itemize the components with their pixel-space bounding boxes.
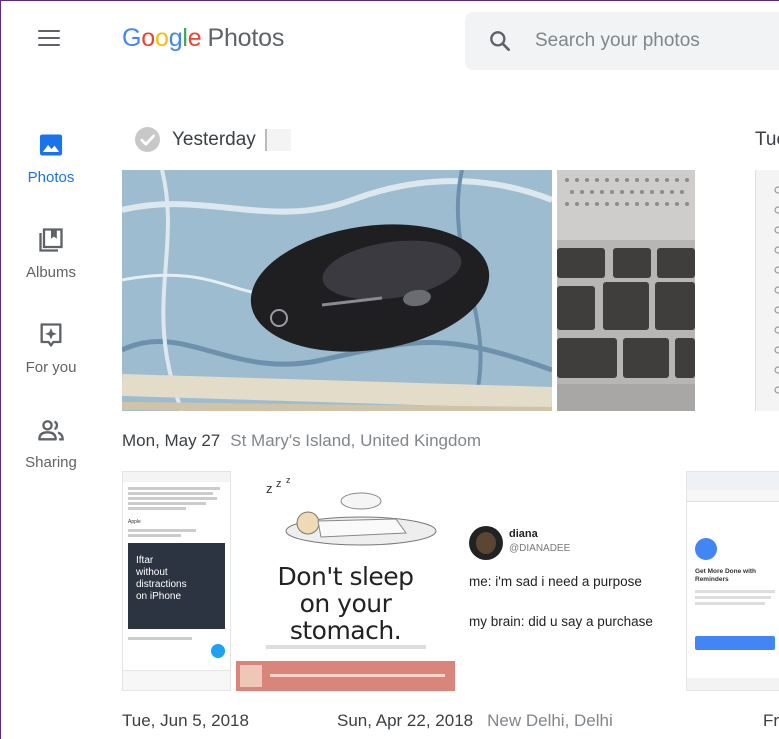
svg-text:z: z	[276, 478, 282, 490]
photo-tweet-screenshot[interactable]: Apple Iftar without distractions on iPho…	[122, 471, 231, 691]
status-bar	[123, 472, 230, 482]
search-icon[interactable]	[487, 28, 513, 54]
section-location[interactable]: St Mary's Island, United Kingdom	[230, 431, 481, 450]
for-you-icon	[40, 323, 62, 347]
albums-icon	[39, 228, 63, 252]
app-toolbar	[687, 472, 779, 490]
logo-letter: g	[168, 24, 183, 52]
section-date-apr22: Sun, Apr 22, 2018 New Delhi, Delhi	[337, 711, 613, 731]
poster-line: on your	[299, 589, 392, 618]
sharing-icon	[38, 420, 64, 441]
logo-letter: o	[141, 24, 155, 52]
poster-line: stomach.	[289, 616, 402, 645]
poster-footer	[236, 661, 455, 691]
photo-partial-list[interactable]	[755, 170, 779, 411]
hamburger-icon-bar	[38, 37, 60, 39]
select-group-checkbox[interactable]	[135, 127, 160, 152]
section-date-may27: Mon, May 27 St Mary's Island, United King…	[122, 431, 481, 451]
svg-text:z: z	[286, 475, 291, 485]
meme-line: me: i'm sad i need a purpose	[469, 574, 642, 589]
tweet-handle: @DIANADEE	[509, 543, 571, 554]
text-line	[128, 502, 206, 505]
section-title-yesterday: Yesterday	[172, 129, 256, 150]
text-line	[128, 534, 182, 537]
tweet-name: diana	[509, 528, 538, 540]
photo-keyboard[interactable]	[557, 170, 695, 411]
continue-button	[695, 636, 775, 650]
app-window: GooglePhotos Photos Albums For you	[0, 0, 779, 739]
hamburger-icon	[38, 30, 60, 32]
section-location[interactable]: New Delhi, Delhi	[487, 711, 613, 730]
tweet-author: Apple	[128, 519, 141, 525]
logo-letter: G	[122, 24, 142, 52]
poster-source-line	[266, 645, 426, 649]
mouse-photo-image	[122, 170, 552, 411]
text-line	[128, 507, 187, 510]
text-line	[695, 602, 765, 605]
photo-icon	[39, 134, 63, 156]
text-line	[128, 637, 193, 640]
ad-text: on iPhone	[136, 591, 182, 602]
location-placeholder	[265, 129, 291, 151]
text-line	[128, 497, 218, 500]
poster-footer-text	[270, 674, 445, 677]
text-line	[128, 529, 196, 532]
poster-logo	[240, 665, 262, 687]
tweet-ad-image: Iftar without distractions on iPhone	[128, 543, 225, 629]
sidebar-item-label: Albums	[25, 264, 77, 281]
search-input[interactable]	[535, 26, 775, 56]
google-photos-logo[interactable]: Google Photos	[122, 24, 284, 53]
main-menu-button[interactable]	[31, 25, 67, 55]
meme-line: my brain: did u say a purchase	[469, 614, 653, 629]
svg-text:z: z	[266, 481, 273, 496]
text-line	[695, 596, 771, 599]
nav-bar	[123, 670, 230, 690]
tweet-body	[123, 529, 230, 537]
poster-text: Don't sleep on your stomach.	[236, 563, 455, 644]
checkmark-icon	[140, 134, 156, 146]
sidebar-item-label: Sharing	[25, 454, 77, 471]
sidebar-item-albums[interactable]: Albums	[1, 226, 101, 281]
ad-text: Iftar	[136, 555, 154, 566]
photo-sleep-poster[interactable]: z z z Don't sleep on your stomach.	[236, 471, 455, 691]
section-date-jun5: Tue, Jun 5, 2018	[122, 711, 249, 730]
text-line	[128, 492, 214, 495]
keyboard-photo-image	[557, 170, 695, 411]
section-date: Mon, May 27	[122, 431, 221, 450]
ad-text: without	[136, 567, 168, 578]
sidebar-item-sharing[interactable]: Sharing	[1, 416, 101, 471]
reminders-title: Get More Done with Reminders	[695, 568, 757, 583]
photo-reminders-screenshot[interactable]: Get More Done with Reminders	[686, 471, 779, 691]
hamburger-icon-bar	[38, 44, 60, 46]
section-date-fri: Fr	[763, 711, 779, 730]
sidebar-item-label: Photos	[27, 169, 75, 186]
list-screenshot-image	[756, 170, 779, 411]
photo-mouse[interactable]	[122, 170, 552, 411]
compose-fab-icon	[211, 644, 225, 658]
section-date: Sun, Apr 22, 2018	[337, 711, 474, 730]
logo-letter: e	[187, 24, 202, 52]
tweet-text-block	[123, 482, 230, 515]
bell-icon	[695, 538, 717, 560]
sidebar-item-photos[interactable]: Photos	[1, 131, 101, 186]
nav-bar	[687, 678, 779, 690]
text-line	[128, 487, 221, 490]
ad-text: distractions	[136, 579, 187, 590]
text-line	[695, 590, 775, 593]
section-title-tue: Tue	[755, 129, 779, 150]
logo-letter: o	[154, 24, 169, 52]
sidebar-item-for-you[interactable]: For you	[1, 321, 101, 376]
avatar	[469, 526, 503, 560]
poster-line: Don't sleep	[277, 562, 414, 591]
avatar-face	[476, 532, 496, 554]
app-subbar	[687, 490, 779, 502]
photo-meme-tweet[interactable]: diana @DIANADEE me: i'm sad i need a pur…	[461, 516, 676, 636]
sidebar-item-label: For you	[25, 359, 77, 376]
search-bar[interactable]	[465, 12, 779, 70]
sleeping-figure-illustration: z z z	[266, 475, 437, 546]
logo-product-name: Photos	[207, 24, 285, 52]
